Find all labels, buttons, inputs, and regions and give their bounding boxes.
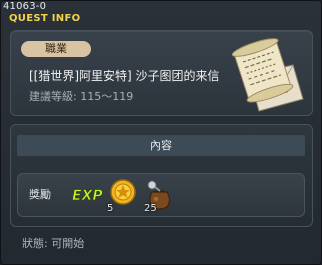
letter-scroll-icon — [231, 38, 304, 112]
content-header: 內容 — [17, 135, 305, 156]
reward-label: 獎勵 — [29, 188, 51, 201]
quest-info-window: 41063-0 QUEST INFO 職業 [[猎世界]阿里安特] 沙子图团的来… — [0, 0, 322, 265]
recommended-level: 建議等級: 115～119 — [29, 90, 134, 103]
reward-quantity: 5 — [107, 203, 114, 214]
quest-content-panel: 內容 獎勵 EXP 5 25 — [10, 124, 313, 227]
job-badge: 職業 — [21, 41, 91, 57]
quest-name: [[猎世界]阿里安特] 沙子图团的来信 — [29, 69, 220, 83]
reward-item-pouch[interactable]: 25 — [144, 178, 174, 214]
reward-quantity: 25 — [144, 203, 157, 214]
reward-item-gold-coin[interactable]: 5 — [107, 178, 137, 214]
quest-status: 狀態: 可開始 — [22, 237, 85, 250]
exp-icon: EXP — [72, 188, 103, 203]
exp-label: EXP — [72, 188, 103, 203]
reward-box: 獎勵 EXP 5 25 — [17, 173, 305, 217]
window-title: QUEST INFO — [9, 13, 81, 24]
quest-info-panel: 職業 [[猎世界]阿里安特] 沙子图团的来信 建議等級: 115～119 — [10, 30, 313, 116]
